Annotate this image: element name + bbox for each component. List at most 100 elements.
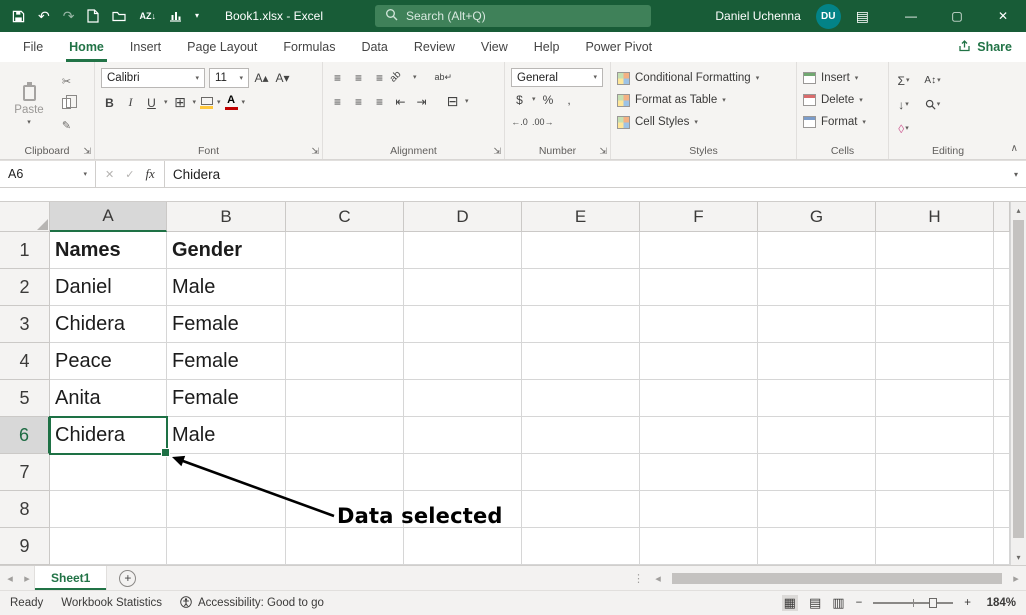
zoom-slider-thumb[interactable] <box>929 598 937 608</box>
cell-B7[interactable] <box>167 454 286 491</box>
cell-C8[interactable] <box>286 491 404 528</box>
search-box[interactable]: Search (Alt+Q) <box>375 5 651 27</box>
cell-H3[interactable] <box>876 306 994 343</box>
cell-G9[interactable] <box>758 528 876 565</box>
tab-power-pivot[interactable]: Power Pivot <box>572 32 665 62</box>
cell-B9[interactable] <box>167 528 286 565</box>
cell-E2[interactable] <box>522 269 640 306</box>
cell-B6[interactable]: Male <box>167 417 286 454</box>
bold-button[interactable]: B <box>101 93 118 112</box>
horizontal-scroll-thumb[interactable] <box>672 573 1002 584</box>
column-header-F[interactable]: F <box>640 202 758 232</box>
accessibility-checker-button[interactable]: Accessibility: Good to go <box>180 596 324 611</box>
cell-H5[interactable] <box>876 380 994 417</box>
horizontal-scroll-track[interactable] <box>668 566 1006 590</box>
decrease-decimal-button[interactable]: .00→ <box>532 112 554 131</box>
cell-C3[interactable] <box>286 306 404 343</box>
avatar[interactable]: DU <box>816 4 841 29</box>
merge-center-button[interactable]: ⊟ <box>444 92 461 111</box>
column-header-A[interactable]: A <box>50 202 167 232</box>
cell-H8[interactable] <box>876 491 994 528</box>
cut-button[interactable]: ✂ <box>58 72 75 91</box>
cell-F3[interactable] <box>640 306 758 343</box>
row-header-5[interactable]: 5 <box>0 380 50 417</box>
alignment-dialog-launcher-icon[interactable]: ⇲ <box>493 146 501 157</box>
cell-B1[interactable]: Gender <box>167 232 286 269</box>
delete-cells-button[interactable]: Delete ▾ <box>803 90 866 110</box>
add-sheet-button[interactable]: + <box>119 570 136 587</box>
cell-A7[interactable] <box>50 454 167 491</box>
cell-C1[interactable] <box>286 232 404 269</box>
font-dialog-launcher-icon[interactable]: ⇲ <box>311 146 319 157</box>
cell-D7[interactable] <box>404 454 522 491</box>
undo-button[interactable]: ↶ <box>38 9 50 23</box>
close-button[interactable]: ✕ <box>980 0 1026 32</box>
increase-font-size-button[interactable]: A▴ <box>253 69 270 88</box>
row-header-6[interactable]: 6 <box>0 417 50 454</box>
cancel-icon[interactable]: ✕ <box>105 168 114 181</box>
insert-cells-button[interactable]: Insert ▾ <box>803 68 866 88</box>
tab-home[interactable]: Home <box>56 32 117 62</box>
user-name[interactable]: Daniel Uchenna <box>715 9 800 23</box>
cell-C2[interactable] <box>286 269 404 306</box>
cell-F2[interactable] <box>640 269 758 306</box>
enter-icon[interactable]: ✓ <box>125 168 134 181</box>
page-break-view-button[interactable]: ▥ <box>832 595 844 611</box>
tab-data[interactable]: Data <box>348 32 400 62</box>
cell-C4[interactable] <box>286 343 404 380</box>
cell-H1[interactable] <box>876 232 994 269</box>
percent-style-button[interactable]: % <box>540 90 557 109</box>
column-header-C[interactable]: C <box>286 202 404 232</box>
row-header-4[interactable]: 4 <box>0 343 50 380</box>
increase-decimal-button[interactable]: ←.0 <box>511 112 528 131</box>
cell-E5[interactable] <box>522 380 640 417</box>
cell-D5[interactable] <box>404 380 522 417</box>
cell-E6[interactable] <box>522 417 640 454</box>
cell-D1[interactable] <box>404 232 522 269</box>
align-right-button[interactable]: ≡ <box>371 92 388 111</box>
orientation-button[interactable]: ab <box>388 65 413 90</box>
cell-D9[interactable] <box>404 528 522 565</box>
column-header-G[interactable]: G <box>758 202 876 232</box>
cell-D3[interactable] <box>404 306 522 343</box>
row-header-7[interactable]: 7 <box>0 454 50 491</box>
cell-B2[interactable]: Male <box>167 269 286 306</box>
new-file-button[interactable] <box>87 9 99 23</box>
select-all-button[interactable] <box>0 202 50 232</box>
cell-C6[interactable] <box>286 417 404 454</box>
cell-D2[interactable] <box>404 269 522 306</box>
horizontal-scrollbar[interactable]: ◂ ▸ <box>648 566 1026 590</box>
scroll-right-icon[interactable]: ▸ <box>1006 572 1026 585</box>
row-header-2[interactable]: 2 <box>0 269 50 306</box>
cell-F4[interactable] <box>640 343 758 380</box>
column-header-D[interactable]: D <box>404 202 522 232</box>
bottom-align-button[interactable]: ≡ <box>371 68 388 87</box>
align-left-button[interactable]: ≡ <box>329 92 346 111</box>
cell-F5[interactable] <box>640 380 758 417</box>
decrease-indent-button[interactable]: ⇤ <box>392 92 409 111</box>
formula-bar-expand-icon[interactable]: ▾ <box>1006 170 1026 179</box>
font-color-button[interactable]: A <box>225 95 238 110</box>
cell-C9[interactable] <box>286 528 404 565</box>
ribbon-display-options-icon[interactable]: ▤ <box>856 8 869 25</box>
format-painter-button[interactable]: ✎ <box>58 116 75 135</box>
cell-D4[interactable] <box>404 343 522 380</box>
cell-D8[interactable] <box>404 491 522 528</box>
tab-file[interactable]: File <box>10 32 56 62</box>
column-header-H[interactable]: H <box>876 202 994 232</box>
cell-G5[interactable] <box>758 380 876 417</box>
scroll-down-icon[interactable]: ▾ <box>1011 549 1026 565</box>
increase-indent-button[interactable]: ⇥ <box>413 92 430 111</box>
cell-styles-button[interactable]: Cell Styles ▾ <box>617 112 759 132</box>
cell-G3[interactable] <box>758 306 876 343</box>
cell-A2[interactable]: Daniel <box>50 269 167 306</box>
cell-G1[interactable] <box>758 232 876 269</box>
cell-A4[interactable]: Peace <box>50 343 167 380</box>
tab-formulas[interactable]: Formulas <box>270 32 348 62</box>
font-name-select[interactable]: Calibri▾ <box>101 68 205 88</box>
top-align-button[interactable]: ≡ <box>329 68 346 87</box>
cell-E8[interactable] <box>522 491 640 528</box>
cell-E4[interactable] <box>522 343 640 380</box>
cell-H4[interactable] <box>876 343 994 380</box>
zoom-in-button[interactable]: + <box>964 597 971 609</box>
